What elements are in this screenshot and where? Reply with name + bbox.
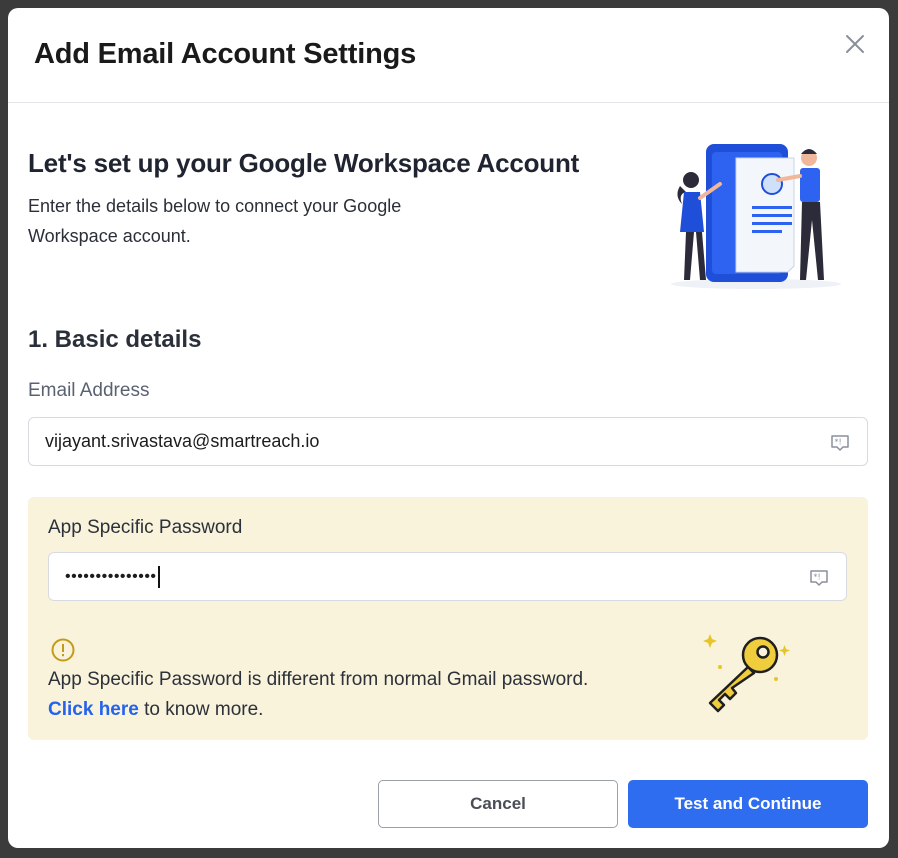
- test-and-continue-button[interactable]: Test and Continue: [628, 780, 868, 828]
- setup-illustration: [671, 144, 841, 289]
- autofill-icon[interactable]: *!: [808, 566, 830, 588]
- hero-title: Let's set up your Google Workspace Accou…: [28, 148, 580, 178]
- autofill-icon[interactable]: *!: [829, 431, 851, 453]
- email-input[interactable]: [45, 431, 829, 452]
- hero-section: Let's set up your Google Workspace Accou…: [28, 148, 648, 251]
- link-suffix: to know more.: [138, 699, 264, 720]
- app-password-panel: App Specific Password ••••••••••••••• *!…: [28, 497, 868, 740]
- key-illustration: [703, 634, 790, 713]
- svg-text:*!: *!: [814, 572, 821, 581]
- svg-text:*!: *!: [835, 437, 842, 446]
- app-password-field[interactable]: ••••••••••••••• *!: [48, 552, 847, 601]
- app-password-masked-value[interactable]: •••••••••••••••: [65, 568, 157, 586]
- close-icon[interactable]: [843, 32, 867, 56]
- cancel-button[interactable]: Cancel: [378, 780, 618, 828]
- email-label: Email Address: [28, 380, 150, 401]
- section-title-basic-details: 1. Basic details: [28, 326, 202, 353]
- info-circle-icon: [51, 638, 75, 662]
- app-password-label: App Specific Password: [48, 517, 243, 538]
- text-caret: [157, 565, 160, 588]
- email-field[interactable]: *!: [28, 417, 868, 466]
- modal-title: Add Email Account Settings: [34, 38, 417, 70]
- hero-subtitle: Enter the details below to connect your …: [28, 196, 402, 246]
- app-password-note: App Specific Password is different from …: [48, 665, 668, 725]
- modal-header: Add Email Account Settings: [8, 8, 889, 103]
- click-here-link[interactable]: Click here: [48, 699, 139, 720]
- add-email-account-modal: Add Email Account Settings Let's set up …: [8, 8, 889, 848]
- note-text: App Specific Password is different from …: [48, 669, 589, 690]
